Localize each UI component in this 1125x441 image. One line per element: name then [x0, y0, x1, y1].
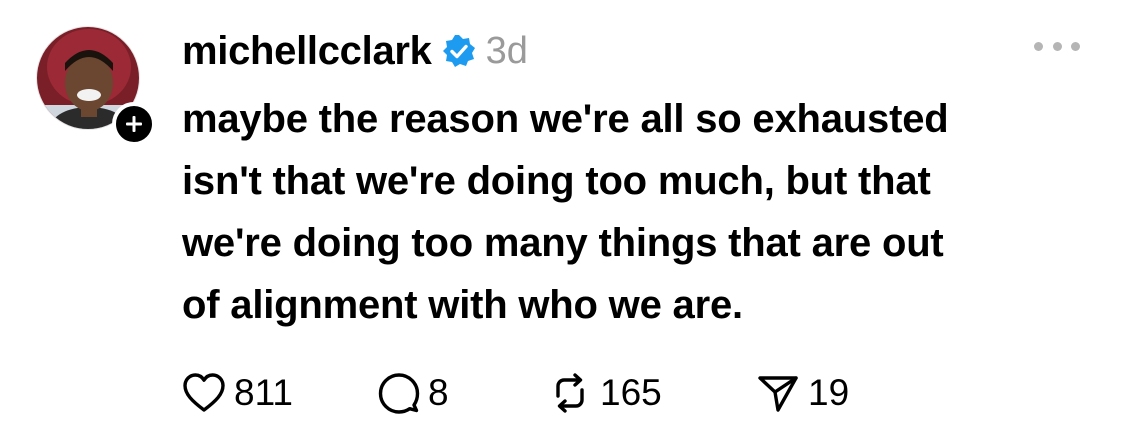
more-options-button[interactable] — [1034, 34, 1080, 58]
post-card: michellcclark 3d maybe the reason we're … — [0, 0, 1125, 441]
repost-count: 165 — [600, 372, 662, 413]
avatar-container — [36, 26, 156, 146]
like-count: 811 — [234, 372, 293, 413]
action-bar: 811 8 165 19 — [182, 368, 849, 418]
post-timestamp: 3d — [485, 29, 528, 72]
comment-icon — [378, 373, 420, 414]
post-header: michellcclark 3d — [182, 26, 528, 76]
share-count: 19 — [808, 372, 850, 413]
post-text-line: isn't that we're doing too much, but tha… — [182, 159, 931, 203]
ellipsis-icon — [1034, 41, 1043, 51]
reply-count: 8 — [428, 372, 449, 413]
share-button[interactable]: 19 — [756, 372, 849, 414]
heart-icon — [183, 373, 225, 412]
post-text-line: of alignment with who we are. — [182, 283, 743, 327]
repost-icon — [556, 373, 584, 413]
reply-button[interactable]: 8 — [378, 372, 548, 414]
like-button[interactable]: 811 — [182, 372, 378, 414]
verified-badge-icon — [442, 34, 476, 68]
plus-icon — [126, 116, 142, 132]
follow-button[interactable] — [112, 102, 156, 146]
username[interactable]: michellcclark — [182, 29, 432, 74]
post-text: maybe the reason we're all so exhausted … — [182, 88, 1082, 336]
ellipsis-icon — [1071, 41, 1080, 51]
post-text-line: we're doing too many things that are out — [182, 221, 944, 265]
post-text-line: maybe the reason we're all so exhausted — [182, 97, 949, 141]
ellipsis-icon — [1052, 41, 1062, 51]
repost-button[interactable]: 165 — [548, 372, 756, 414]
send-icon — [758, 376, 798, 412]
